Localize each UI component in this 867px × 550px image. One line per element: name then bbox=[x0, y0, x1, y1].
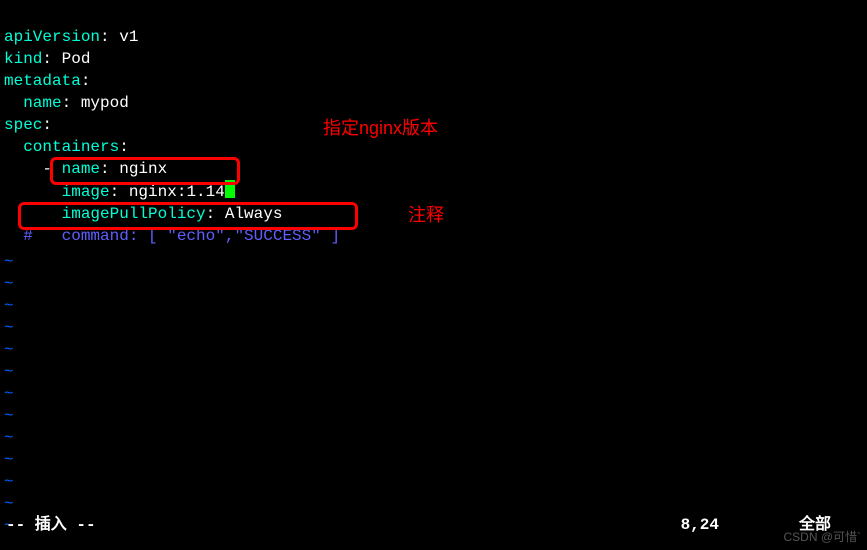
yaml-key: kind bbox=[4, 50, 42, 68]
vim-tilde: ~ bbox=[0, 471, 867, 493]
colon: : bbox=[81, 72, 91, 90]
code-editor[interactable]: apiVersion: v1 kind: Pod metadata: name:… bbox=[0, 0, 867, 251]
list-dash: - bbox=[42, 160, 61, 178]
yaml-value: Pod bbox=[62, 50, 91, 68]
yaml-value: Always bbox=[225, 205, 283, 223]
text-cursor bbox=[225, 180, 235, 198]
yaml-comment: # command: [ "echo","SUCCESS" ] bbox=[23, 227, 340, 245]
yaml-key: imagePullPolicy bbox=[62, 205, 206, 223]
cursor-position: 8,24 bbox=[681, 514, 719, 536]
colon: : bbox=[100, 160, 119, 178]
watermark: CSDN @可惜` bbox=[783, 526, 861, 548]
colon: : bbox=[42, 116, 52, 134]
colon: : bbox=[62, 94, 81, 112]
vim-tilde: ~ bbox=[0, 383, 867, 405]
vim-tilde: ~ bbox=[0, 317, 867, 339]
yaml-value: nginx bbox=[119, 160, 167, 178]
vim-tilde: ~ bbox=[0, 427, 867, 449]
yaml-key: spec bbox=[4, 116, 42, 134]
vim-tilde: ~ bbox=[0, 273, 867, 295]
yaml-value: nginx:1.14 bbox=[129, 183, 225, 201]
colon: : bbox=[100, 28, 119, 46]
vim-tilde: ~ bbox=[0, 295, 867, 317]
vim-tilde: ~ bbox=[0, 339, 867, 361]
yaml-key: name bbox=[23, 94, 61, 112]
vim-tilde: ~ bbox=[0, 251, 867, 273]
vim-tilde: ~ bbox=[0, 493, 867, 515]
colon: : bbox=[42, 50, 61, 68]
yaml-key: containers bbox=[23, 138, 119, 156]
vim-status-bar: -- 插入 -- 8,24 全部 bbox=[0, 514, 867, 536]
vim-mode: -- 插入 -- bbox=[6, 514, 96, 536]
yaml-key: metadata bbox=[4, 72, 81, 90]
colon: : bbox=[206, 205, 225, 223]
vim-tilde: ~ bbox=[0, 361, 867, 383]
yaml-value: mypod bbox=[81, 94, 129, 112]
colon: : bbox=[110, 183, 129, 201]
yaml-key: image bbox=[62, 183, 110, 201]
yaml-value: v1 bbox=[119, 28, 138, 46]
vim-tilde: ~ bbox=[0, 449, 867, 471]
vim-tilde: ~ bbox=[0, 405, 867, 427]
yaml-key: apiVersion bbox=[4, 28, 100, 46]
yaml-key: name bbox=[62, 160, 100, 178]
colon: : bbox=[119, 138, 129, 156]
